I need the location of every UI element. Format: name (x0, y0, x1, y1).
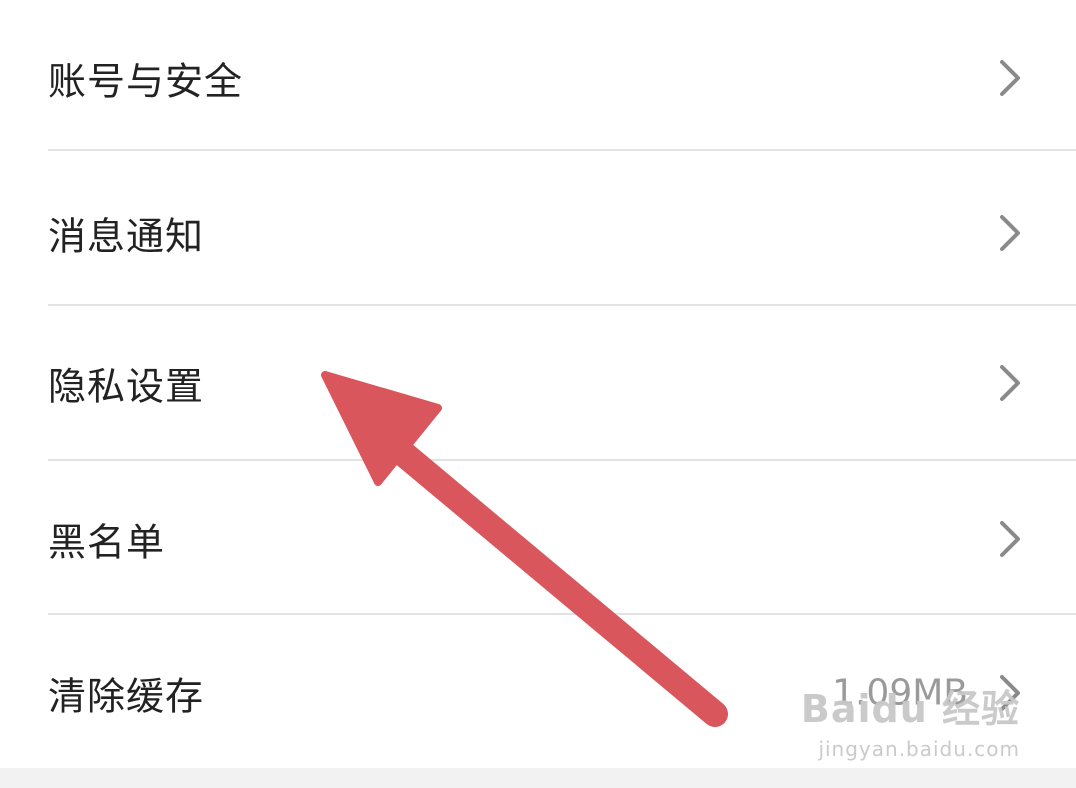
settings-item-label: 清除缓存 (48, 674, 205, 718)
settings-item-label: 账号与安全 (48, 59, 244, 103)
divider (48, 149, 1076, 151)
watermark-url: jingyan.baidu.com (818, 737, 1020, 761)
chevron-right-icon (1000, 364, 1020, 401)
settings-item-label: 消息通知 (48, 214, 205, 258)
watermark: Baidu 经验 jingyan.baidu.com (801, 678, 1020, 761)
chevron-right-icon (1000, 520, 1020, 557)
settings-item-account-security[interactable]: 账号与安全 (0, 0, 1076, 155)
settings-item-notifications[interactable]: 消息通知 (0, 155, 1076, 310)
settings-item-label: 黑名单 (48, 520, 166, 564)
chevron-right-icon (1000, 214, 1020, 251)
settings-item-label: 隐私设置 (48, 364, 205, 408)
settings-item-blacklist[interactable]: 黑名单 (0, 461, 1076, 616)
settings-item-privacy[interactable]: 隐私设置 (0, 305, 1076, 460)
watermark-logo: Baidu 经验 (800, 687, 1020, 731)
section-gap (0, 768, 1076, 788)
settings-list: 账号与安全 消息通知 隐私设置 黑名单 清除缓存 1.09MB (0, 0, 1076, 718)
chevron-right-icon (1000, 59, 1020, 96)
